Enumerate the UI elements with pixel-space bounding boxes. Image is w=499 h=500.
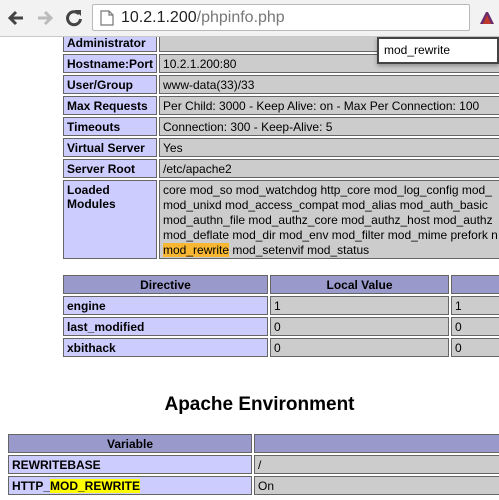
row-key: Loaded Modules	[63, 180, 158, 259]
table-row-modules: Loaded Modules core mod_so mod_watchdog …	[63, 180, 499, 259]
table-row: HTTP_MOD_REWRITE On	[8, 476, 499, 495]
modules-line: core mod_so mod_watchdog http_core mod_l…	[163, 183, 492, 197]
directive-name: xbithack	[63, 338, 268, 357]
environment-table: Variable REWRITEBASE / HTTP_MOD_REWRITE …	[6, 432, 499, 497]
column-header	[254, 434, 499, 453]
search-highlight: mod_rewrite	[163, 243, 230, 257]
row-key: Max Requests	[63, 96, 158, 115]
column-header: Local Value	[270, 275, 449, 294]
server-info-table: Administrator Hostname:Port 10.2.1.200:8…	[61, 37, 499, 261]
variable-text: HTTP_	[12, 478, 51, 493]
row-value: www-data(33)/33	[159, 75, 499, 94]
directive-table: Directive Local Value engine 1 1 last_mo…	[61, 273, 499, 359]
column-header: Directive	[63, 275, 268, 294]
url-path: /phpinfo.php	[196, 9, 285, 26]
master-value: 0	[451, 317, 499, 336]
table-row: Virtual Server Yes	[63, 138, 499, 157]
variable-value: On	[254, 476, 499, 495]
find-bar[interactable]: mod_rewrite	[377, 37, 499, 64]
back-arrow-icon	[7, 10, 23, 26]
section-title: Apache Environment	[164, 394, 355, 415]
loaded-modules-value: core mod_so mod_watchdog http_core mod_l…	[159, 180, 499, 259]
column-header: Variable	[8, 434, 252, 453]
local-value: 1	[270, 296, 449, 315]
page-content: Administrator Hostname:Port 10.2.1.200:8…	[0, 37, 499, 500]
forward-button[interactable]	[33, 6, 57, 30]
table-row: Max Requests Per Child: 3000 - Keep Aliv…	[63, 96, 499, 115]
row-key: Server Root	[63, 159, 158, 178]
extension-icon[interactable]	[478, 10, 496, 26]
address-bar[interactable]: 10.2.1.200/phpinfo.php	[92, 4, 470, 31]
reload-icon	[66, 10, 82, 27]
row-key: Virtual Server	[63, 138, 158, 157]
master-value: 1	[451, 296, 499, 315]
table-row: User/Group www-data(33)/33	[63, 75, 499, 94]
master-value: 0	[451, 338, 499, 357]
row-value: /etc/apache2	[159, 159, 499, 178]
table-header-row: Variable	[8, 434, 499, 453]
url-host: 10.2.1.200	[121, 9, 197, 26]
modules-line: mod_deflate mod_dir mod_env mod_filter m…	[163, 228, 498, 242]
variable-name: REWRITEBASE	[8, 455, 252, 474]
page-icon	[100, 10, 114, 26]
local-value: 0	[270, 338, 449, 357]
row-key: Timeouts	[63, 117, 158, 136]
table-row: Timeouts Connection: 300 - Keep-Alive: 5	[63, 117, 499, 136]
row-key: User/Group	[63, 75, 158, 94]
table-row: xbithack 0 0	[63, 338, 499, 357]
browser-toolbar: 10.2.1.200/phpinfo.php	[0, 0, 499, 37]
table-header-row: Directive Local Value	[63, 275, 499, 294]
variable-text: REWRITEBASE	[12, 457, 101, 472]
table-row: last_modified 0 0	[63, 317, 499, 336]
back-button[interactable]	[4, 6, 28, 30]
row-value: Per Child: 3000 - Keep Alive: on - Max P…	[159, 96, 499, 115]
forward-arrow-icon	[38, 10, 54, 26]
variable-value: /	[254, 455, 499, 474]
row-key: Hostname:Port	[63, 54, 158, 73]
modules-line: mod_authn_file mod_authz_core mod_authz_…	[163, 213, 493, 227]
modules-line-rest: mod_setenvif mod_status	[229, 243, 370, 257]
url-text: 10.2.1.200/phpinfo.php	[121, 9, 285, 27]
variable-name: HTTP_MOD_REWRITE	[8, 476, 252, 495]
directive-name: last_modified	[63, 317, 268, 336]
row-value: Yes	[159, 138, 499, 157]
row-value: Connection: 300 - Keep-Alive: 5	[159, 117, 499, 136]
modules-line: mod_rewrite mod_setenvif mod_status	[163, 243, 499, 258]
reload-button[interactable]	[62, 6, 86, 30]
column-header	[451, 275, 499, 294]
table-row: engine 1 1	[63, 296, 499, 315]
table-row: REWRITEBASE /	[8, 455, 499, 474]
search-match-highlight: MOD_REWRITE	[50, 478, 141, 493]
find-input[interactable]: mod_rewrite	[384, 43, 450, 57]
modules-line: mod_unixd mod_access_compat mod_alias mo…	[163, 198, 488, 212]
directive-name: engine	[63, 296, 268, 315]
table-row: Server Root /etc/apache2	[63, 159, 499, 178]
local-value: 0	[270, 317, 449, 336]
row-key: Administrator	[63, 37, 158, 52]
